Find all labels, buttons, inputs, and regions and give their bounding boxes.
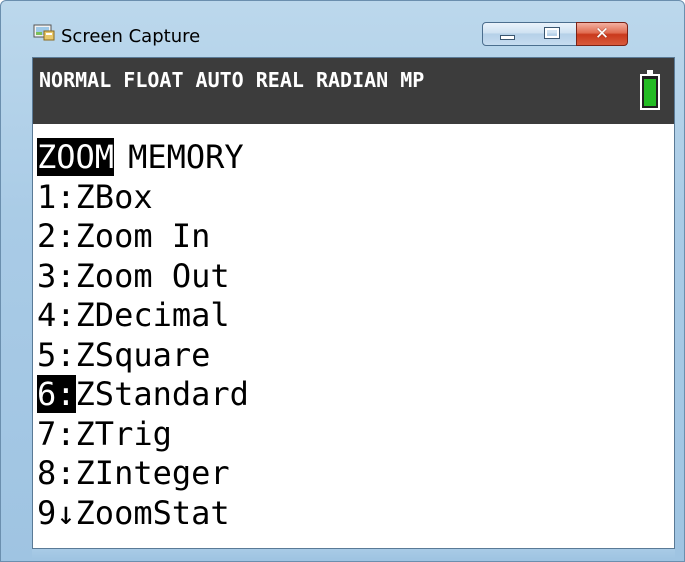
screen-capture-app-icon [33,24,55,41]
menu-item-zbox[interactable]: 1:ZBox [37,178,249,218]
menu-item-label: ZStandard [75,375,249,413]
menu-tabs: ZOOM MEMORY [37,138,249,178]
title-bar[interactable]: Screen Capture ✕ [1,1,684,47]
menu-item-key: 2: [37,217,76,255]
menu-item-key: 8: [37,454,76,492]
menu-item-label: ZTrig [75,414,172,453]
close-icon: ✕ [594,24,610,44]
battery-icon [640,70,660,110]
menu-item-zstandard[interactable]: 6:ZStandard [37,375,249,415]
battery-level [644,79,656,106]
close-button[interactable]: ✕ [576,22,628,46]
zoom-menu: ZOOM MEMORY 1:ZBox 2:Zoom In 3:Zoom Out 4… [37,138,249,533]
screen-capture-window: Screen Capture ✕ NORMAL FLOAT AUTO REAL … [0,0,685,562]
menu-item-label: ZoomStat [75,493,230,532]
menu-item-label: ZDecimal [75,296,230,334]
menu-item-key: 1: [37,177,76,216]
menu-item-zdecimal[interactable]: 4:ZDecimal [37,296,249,336]
maximize-button[interactable] [529,22,577,46]
menu-item-key: 7: [37,414,76,453]
minimize-button[interactable] [482,22,530,46]
menu-item-zoomstat[interactable]: 9↓ZoomStat [37,494,249,534]
menu-item-key: 3: [37,256,76,295]
window-bottom-border [32,549,675,559]
minimize-icon [500,35,515,40]
mode-status-text: NORMAL FLOAT AUTO REAL RADIAN MP [39,68,425,92]
menu-item-label: ZInteger [75,454,230,492]
menu-item-ztrig[interactable]: 7:ZTrig [37,415,249,455]
tab-memory[interactable]: MEMORY [128,138,244,176]
menu-item-label: Zoom Out [75,256,230,295]
menu-item-label: ZSquare [75,335,211,374]
status-bar: NORMAL FLOAT AUTO REAL RADIAN MP [33,58,674,124]
menu-item-label: Zoom In [75,217,211,255]
menu-item-key: 5: [37,335,76,374]
window-title: Screen Capture [61,26,201,47]
menu-item-zoom-in[interactable]: 2:Zoom In [37,217,249,257]
tab-zoom[interactable]: ZOOM [37,138,115,176]
menu-item-zsquare[interactable]: 5:ZSquare [37,336,249,376]
menu-item-key-selected: 6: [37,375,76,413]
menu-item-key: 9↓ [37,493,76,532]
menu-item-label: ZBox [75,177,153,216]
maximize-icon [544,27,560,39]
menu-item-zinteger[interactable]: 8:ZInteger [37,454,249,494]
calculator-screen: NORMAL FLOAT AUTO REAL RADIAN MP ZOOM MEM… [32,57,675,549]
menu-item-key: 4: [37,296,76,334]
menu-item-zoom-out[interactable]: 3:Zoom Out [37,257,249,297]
